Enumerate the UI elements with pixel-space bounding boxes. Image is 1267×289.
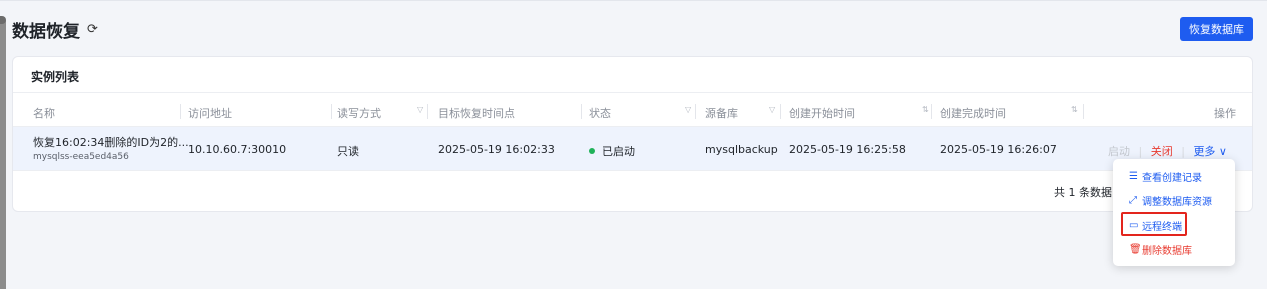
menu-item-label: 调整数据库资源	[1142, 196, 1212, 208]
menu-item-adjust-resources[interactable]: ⤢ 调整数据库资源	[1113, 189, 1235, 211]
access-address: 10.10.60.7:30010	[188, 143, 287, 156]
menu-item-label: 删除数据库	[1142, 245, 1192, 257]
column-header-start-time: 创建开始时间	[789, 107, 855, 120]
instance-id: mysqlss-eea5ed4a56	[33, 152, 129, 162]
table-header: 名称 访问地址 读写方式 ▽ 目标恢复时间点 状态 ▽ 源备库 ▽ 创建开始时间…	[13, 98, 1252, 126]
column-header-status: 状态	[589, 107, 611, 120]
column-separator	[695, 104, 696, 119]
column-header-actions: 操作	[1214, 107, 1236, 120]
column-header-rw-mode: 读写方式	[337, 107, 381, 120]
instance-name[interactable]: 恢复16:02:34删除的ID为2的...	[33, 134, 189, 150]
action-separator: |	[1181, 145, 1185, 158]
card-divider	[13, 92, 1252, 93]
column-separator	[1083, 104, 1084, 119]
filter-icon[interactable]: ▽	[685, 105, 691, 114]
menu-item-label: 查看创建记录	[1142, 172, 1202, 184]
column-separator	[931, 104, 932, 119]
page-title-text: 数据恢复	[12, 22, 80, 42]
target-restore-time: 2025-05-19 16:02:33	[438, 143, 555, 156]
column-header-address: 访问地址	[188, 107, 232, 120]
sort-icon[interactable]: ⇅	[922, 105, 929, 114]
resize-icon: ⤢	[1129, 194, 1137, 206]
left-window-edge	[0, 20, 6, 289]
top-rule	[0, 0, 1267, 1]
end-time: 2025-05-19 16:26:07	[940, 143, 1057, 156]
status-dot-icon	[589, 148, 595, 154]
instance-list-card: 实例列表 名称 访问地址 读写方式 ▽ 目标恢复时间点 状态 ▽ 源备库 ▽ 创…	[12, 56, 1253, 212]
column-separator	[581, 104, 582, 119]
chevron-down-icon: ∨	[1215, 145, 1227, 158]
more-action[interactable]: 更多 ∨	[1193, 145, 1227, 158]
column-header-name: 名称	[33, 107, 55, 120]
page-title: 数据恢复 ⟳	[12, 17, 98, 42]
row-rule	[13, 170, 1252, 171]
list-icon: ☰	[1129, 170, 1138, 182]
column-separator	[427, 104, 428, 119]
column-header-end-time: 创建完成时间	[940, 107, 1006, 120]
filter-icon[interactable]: ▽	[417, 105, 423, 114]
column-header-target-time: 目标恢复时间点	[438, 107, 515, 120]
remote-terminal-highlight	[1121, 212, 1187, 236]
restore-database-button[interactable]: 恢复数据库	[1180, 17, 1253, 41]
trash-icon: 🗑	[1129, 243, 1142, 255]
row-actions: 启动 | 关闭 | 更多 ∨	[1108, 143, 1227, 159]
table-row[interactable]: 恢复16:02:34删除的ID为2的... mysqlss-eea5ed4a56…	[13, 127, 1252, 170]
action-separator: |	[1138, 145, 1143, 158]
more-action-label: 更多	[1193, 145, 1216, 158]
rw-mode: 只读	[337, 145, 359, 158]
filter-icon[interactable]: ▽	[769, 105, 775, 114]
menu-item-delete-database[interactable]: 🗑 删除数据库	[1113, 238, 1235, 260]
column-header-source: 源备库	[705, 107, 738, 120]
refresh-icon[interactable]: ⟳	[87, 22, 98, 37]
column-separator	[780, 104, 781, 119]
start-action[interactable]: 启动	[1108, 145, 1130, 158]
status-text: 已启动	[602, 145, 635, 158]
close-action[interactable]: 关闭	[1151, 145, 1173, 158]
card-title: 实例列表	[31, 70, 80, 84]
column-separator	[180, 104, 181, 119]
column-separator	[331, 104, 332, 119]
status-badge: 已启动	[589, 143, 635, 159]
sort-icon[interactable]: ⇅	[1071, 105, 1078, 114]
menu-item-view-create-records[interactable]: ☰ 查看创建记录	[1113, 165, 1235, 187]
source-backup: mysqlbackup	[705, 143, 778, 156]
start-time: 2025-05-19 16:25:58	[789, 143, 906, 156]
total-count: 共 1 条数据	[1054, 186, 1112, 199]
